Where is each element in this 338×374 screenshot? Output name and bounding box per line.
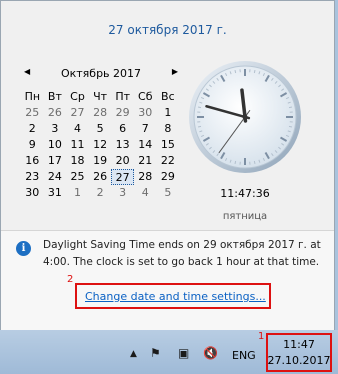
taskbar-date[interactable]: 27.10.2017 (266, 354, 332, 367)
calendar-day[interactable]: 6 (111, 121, 134, 137)
minute-tick (197, 125, 202, 128)
calendar-day[interactable]: 7 (134, 121, 157, 137)
calendar-day[interactable]: 26 (44, 105, 67, 121)
action-center-flag-icon[interactable]: ⚑ (150, 346, 161, 360)
calendar-day[interactable]: 28 (134, 169, 157, 185)
calendar-day[interactable]: 9 (21, 137, 44, 153)
minute-tick (253, 69, 256, 74)
weekday-header: Ср (70, 90, 85, 103)
calendar: ◀ Октябрь 2017 ▶ Пн Вт Ср Чт Пт Сб Вс 25 26 27 28 2… (21, 67, 181, 201)
info-icon: i (16, 241, 31, 256)
calendar-day[interactable]: 22 (157, 153, 180, 169)
next-month-icon[interactable]: ▶ (172, 67, 178, 76)
calendar-day[interactable]: 10 (44, 137, 67, 153)
weekday-header: Сб (138, 90, 153, 103)
language-indicator[interactable]: ENG (232, 349, 256, 362)
long-date-link[interactable]: 27 октября 2017 г. (1, 23, 334, 37)
calendar-day-today[interactable]: 27 (111, 169, 134, 185)
calendar-day[interactable]: 29 (157, 169, 180, 185)
calendar-day[interactable]: 5 (157, 185, 180, 201)
calendar-day[interactable]: 18 (66, 153, 89, 169)
calendar-day[interactable]: 1 (157, 105, 180, 121)
calendar-day[interactable]: 21 (134, 153, 157, 169)
calendar-day[interactable]: 17 (44, 153, 67, 169)
annotation-badge-1: 1 (258, 331, 265, 342)
clock-time: 11:47:36 (220, 187, 270, 200)
minute-tick (197, 106, 202, 109)
minute-tick (234, 69, 237, 74)
calendar-header: ◀ Октябрь 2017 ▶ (21, 67, 181, 83)
change-date-time-settings-link[interactable]: Change date and time settings... (85, 290, 266, 303)
annotation-badge-2: 2 (67, 274, 74, 285)
calendar-week-row: 25 26 27 28 29 30 1 (21, 105, 181, 121)
calendar-day[interactable]: 3 (111, 185, 134, 201)
minute-tick (234, 160, 237, 165)
weekday-header: Вс (161, 90, 175, 103)
calendar-day[interactable]: 23 (21, 169, 44, 185)
taskbar-time[interactable]: 11:47 (266, 338, 332, 351)
calendar-day[interactable]: 14 (134, 137, 157, 153)
clock-weekday: пятница (222, 211, 268, 222)
calendar-day[interactable]: 12 (89, 137, 112, 153)
calendar-day[interactable]: 4 (134, 185, 157, 201)
calendar-week-row: 23 24 25 26 27 28 29 (21, 169, 181, 185)
calendar-day[interactable]: 16 (21, 153, 44, 169)
weekday-header-row: Пн Вт Ср Чт Пт Сб Вс (21, 89, 181, 105)
calendar-day[interactable]: 25 (21, 105, 44, 121)
date-time-flyout: 27 октября 2017 г. ◀ Октябрь 2017 ▶ Пн Вт… (0, 0, 335, 331)
calendar-day[interactable]: 25 (66, 169, 89, 185)
calendar-day[interactable]: 5 (89, 121, 112, 137)
calendar-day[interactable]: 8 (157, 121, 180, 137)
minute-tick (288, 106, 293, 109)
weekday-header: Чт (93, 90, 108, 103)
analog-clock (189, 61, 301, 173)
calendar-week-row: 2345678 (21, 121, 181, 137)
calendar-day[interactable]: 19 (89, 153, 112, 169)
calendar-day[interactable]: 28 (89, 105, 112, 121)
calendar-day[interactable]: 15 (157, 137, 180, 153)
calendar-day[interactable]: 24 (44, 169, 67, 185)
calendar-day[interactable]: 20 (111, 153, 134, 169)
calendar-grid: Пн Вт Ср Чт Пт Сб Вс 25 26 27 28 29 30 1 2 3 4 5 6 7 8 9 10 11 1… (21, 89, 181, 201)
clock-center (242, 114, 248, 120)
calendar-day[interactable]: 30 (134, 105, 157, 121)
dst-info-panel: i Daylight Saving Time ends on 29 октябр… (1, 231, 334, 331)
weekday-header: Пн (24, 90, 41, 103)
dst-info-text: Daylight Saving Time ends on 29 октября … (43, 239, 321, 268)
weekday-header: Пт (115, 90, 131, 103)
calendar-week-row: 30 31 1 2 3 4 5 (21, 185, 181, 201)
network-icon[interactable]: ▣ (178, 346, 189, 360)
calendar-day[interactable]: 27 (66, 105, 89, 121)
calendar-day[interactable]: 1 (66, 185, 89, 201)
calendar-week-row: 16 17 18 19 20 21 22 (21, 153, 181, 169)
minute-tick (253, 160, 256, 165)
show-hidden-icons-icon[interactable]: ▲ (130, 349, 137, 359)
calendar-day[interactable]: 13 (111, 137, 134, 153)
calendar-day[interactable]: 3 (44, 121, 67, 137)
calendar-day[interactable]: 31 (44, 185, 67, 201)
calendar-day[interactable]: 26 (89, 169, 112, 185)
calendar-day[interactable]: 2 (21, 121, 44, 137)
calendar-month-title[interactable]: Октябрь 2017 (21, 67, 181, 80)
calendar-day[interactable]: 11 (66, 137, 89, 153)
weekday-header: Вт (47, 90, 62, 103)
calendar-day[interactable]: 4 (66, 121, 89, 137)
calendar-day[interactable]: 29 (111, 105, 134, 121)
minute-tick (288, 125, 293, 128)
calendar-day[interactable]: 2 (89, 185, 112, 201)
calendar-day[interactable]: 30 (21, 185, 44, 201)
calendar-week-row: 9 10 11 12 13 14 15 (21, 137, 181, 153)
volume-muted-icon[interactable]: 🔇 (203, 346, 218, 360)
